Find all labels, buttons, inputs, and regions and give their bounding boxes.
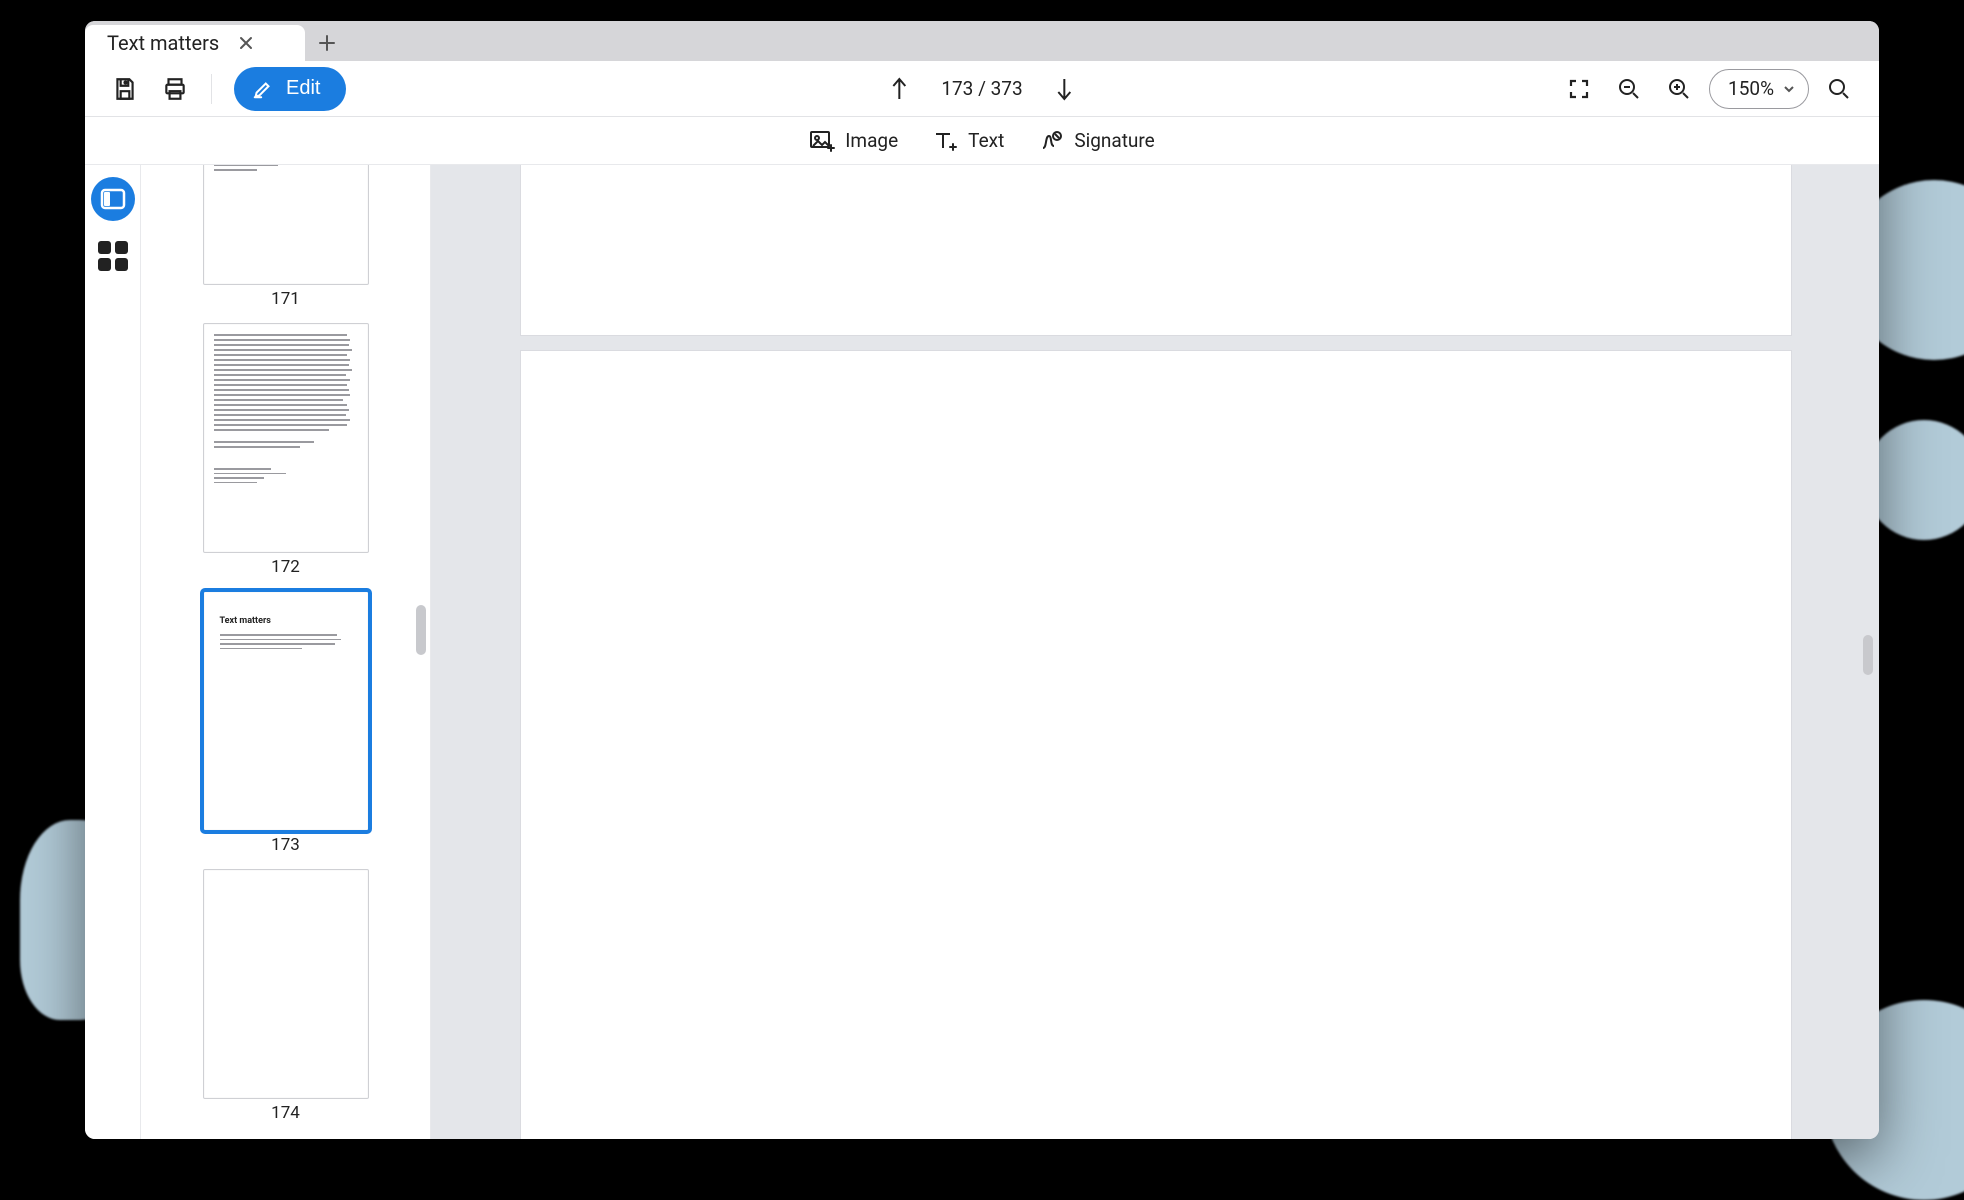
page-current xyxy=(521,351,1791,1139)
thumbnail-page-172[interactable] xyxy=(203,323,369,553)
thumbnail-grid-button[interactable] xyxy=(98,241,128,271)
insert-signature-label: Signature xyxy=(1074,129,1154,152)
left-rail xyxy=(85,165,141,1139)
thumbnail-label: 174 xyxy=(203,1103,369,1123)
fullscreen-button[interactable] xyxy=(1559,69,1599,109)
thumbnail-page-174[interactable] xyxy=(203,869,369,1099)
page-indicator: 173 / 373 xyxy=(941,77,1022,100)
page-viewer[interactable] xyxy=(431,165,1879,1139)
app-window: Text matters xyxy=(85,21,1879,1139)
image-icon xyxy=(809,129,835,153)
viewer-scrollbar[interactable] xyxy=(1863,635,1873,675)
insert-signature-button[interactable]: Signature xyxy=(1038,129,1154,153)
save-button[interactable] xyxy=(105,69,145,109)
zoom-out-button[interactable] xyxy=(1609,69,1649,109)
edit-button-label: Edit xyxy=(286,77,320,100)
panel-toggle-button[interactable] xyxy=(91,177,135,221)
new-tab-button[interactable] xyxy=(305,25,349,61)
toolbar-separator xyxy=(211,74,212,104)
thumbnail-page-171[interactable] xyxy=(203,165,369,285)
insert-text-label: Text xyxy=(968,129,1004,152)
edit-button[interactable]: Edit xyxy=(234,67,346,111)
prev-page-button[interactable] xyxy=(879,69,919,109)
close-tab-icon[interactable] xyxy=(235,32,257,54)
decorative-cloud xyxy=(1864,420,1964,540)
zoom-in-button[interactable] xyxy=(1659,69,1699,109)
text-icon xyxy=(932,129,958,153)
tab-title: Text matters xyxy=(107,31,219,55)
thumbnails-scrollbar[interactable] xyxy=(416,605,426,655)
insert-toolbar: Image Text Signature xyxy=(85,117,1879,165)
thumbnail-label: 171 xyxy=(203,289,369,309)
thumbnail-label: 172 xyxy=(203,557,369,577)
next-page-button[interactable] xyxy=(1045,69,1085,109)
zoom-dropdown[interactable]: 150% xyxy=(1709,69,1809,109)
thumbnail-label: 173 xyxy=(203,835,369,855)
page-previous-bottom xyxy=(521,165,1791,335)
insert-image-button[interactable]: Image xyxy=(809,129,898,153)
tab-strip: Text matters xyxy=(85,21,1879,61)
thumbnail-page-173[interactable]: Text matters xyxy=(203,591,369,831)
signature-icon xyxy=(1038,129,1064,153)
pencil-icon xyxy=(252,78,274,100)
content-area: 171 xyxy=(85,165,1879,1139)
tab-document[interactable]: Text matters xyxy=(85,25,305,61)
thumbnail-heading: Text matters xyxy=(220,616,358,626)
zoom-value: 150% xyxy=(1728,77,1774,100)
thumbnails-panel: 171 xyxy=(141,165,431,1139)
chevron-down-icon xyxy=(1782,82,1796,96)
insert-image-label: Image xyxy=(845,129,898,152)
print-button[interactable] xyxy=(155,69,195,109)
search-button[interactable] xyxy=(1819,69,1859,109)
insert-text-button[interactable]: Text xyxy=(932,129,1004,153)
main-toolbar: Edit 173 / 373 xyxy=(85,61,1879,117)
page-nav: 173 / 373 xyxy=(879,69,1084,109)
